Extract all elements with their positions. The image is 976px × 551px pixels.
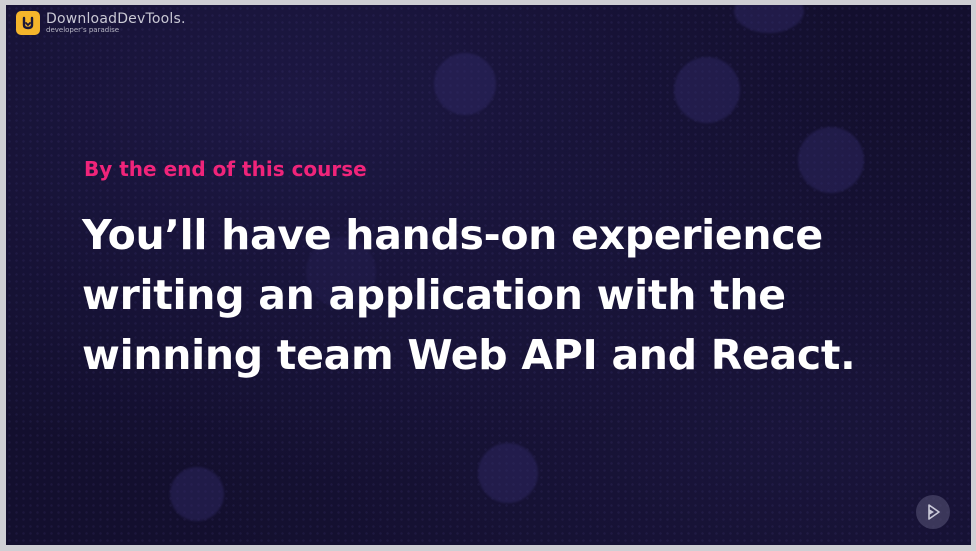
course-slide: DownloadDevTools. developer's paradise B…	[6, 5, 971, 545]
decorative-circle	[674, 57, 740, 123]
pluralsight-play-icon[interactable]	[916, 495, 950, 529]
download-logo-icon	[16, 11, 40, 35]
slide-kicker: By the end of this course	[84, 157, 367, 181]
watermark-title: DownloadDevTools.	[46, 11, 186, 27]
decorative-circle	[478, 443, 538, 503]
slide-headline: You’ll have hands-on experience writing …	[82, 205, 942, 385]
headline-line: You’ll have hands-on experience	[82, 211, 823, 259]
decorative-circle	[798, 127, 864, 193]
watermark-subtitle: developer's paradise	[46, 26, 120, 34]
decorative-circle	[434, 53, 496, 115]
headline-line: winning team Web API and React.	[82, 331, 856, 379]
video-frame: DownloadDevTools. developer's paradise B…	[0, 0, 976, 551]
headline-line: writing an application with the	[82, 271, 786, 319]
watermark-logo: DownloadDevTools. developer's paradise	[16, 11, 186, 35]
decorative-circle	[170, 467, 224, 521]
